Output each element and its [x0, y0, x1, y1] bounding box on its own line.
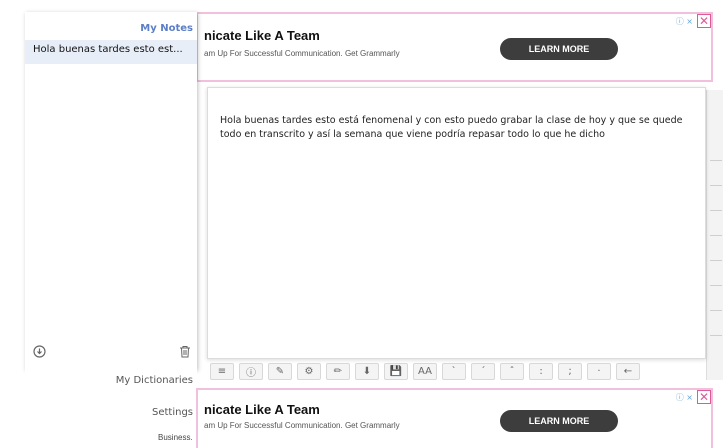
toolbar-font-size-button[interactable]: AA [413, 363, 437, 380]
settings-link[interactable]: Settings [25, 402, 197, 424]
learn-more-button[interactable]: LEARN MORE [500, 38, 618, 60]
ad-close-icon[interactable]: ✕ [697, 390, 711, 404]
learn-more-button[interactable]: LEARN MORE [500, 410, 618, 432]
toolbar-grave-accent-button[interactable]: ˋ [442, 363, 466, 380]
ad-title: nicate Like A Team [204, 402, 320, 417]
side-toolbar-strip [706, 90, 723, 380]
ad-close-icon[interactable]: ✕ [697, 14, 711, 28]
ad-choices-icon[interactable]: ⓘ × [676, 16, 693, 27]
sidebar-title: My Notes [140, 23, 193, 34]
toolbar-save-button[interactable]: 💾 [384, 363, 408, 380]
ad-partial-text: Business. [158, 433, 193, 442]
toolbar-circumflex-button[interactable]: ˆ [500, 363, 524, 380]
toolbar-settings-button[interactable]: ⚙ [297, 363, 321, 380]
ad-banner-bottom[interactable]: nicate Like A Team am Up For Successful … [196, 388, 713, 448]
editor-content[interactable]: Hola buenas tardes esto está fenomenal y… [220, 114, 697, 142]
notes-sidebar: My Notes Hola buenas tardes esto est... [25, 12, 197, 370]
toolbar-colon-button[interactable]: : [529, 363, 553, 380]
note-list-item[interactable]: Hola buenas tardes esto est... [25, 40, 197, 64]
ad-subtitle: am Up For Successful Communication. Get … [204, 49, 400, 58]
ad-title: nicate Like A Team [204, 28, 320, 43]
my-dictionaries-link[interactable]: My Dictionaries [25, 370, 197, 392]
toolbar-pen-button[interactable]: ✎ [268, 363, 292, 380]
editor-toolbar: ≡ ⓘ ✎ ⚙ ✏ ⬇ 💾 AA ˋ ˊ ˆ : ; · ← [210, 363, 723, 382]
toolbar-backspace-button[interactable]: ← [616, 363, 640, 380]
note-editor[interactable]: Hola buenas tardes esto está fenomenal y… [207, 87, 706, 359]
download-icon[interactable] [33, 345, 46, 362]
toolbar-dot-button[interactable]: · [587, 363, 611, 380]
toolbar-info-button[interactable]: ⓘ [239, 363, 263, 380]
toolbar-download-button[interactable]: ⬇ [355, 363, 379, 380]
ad-subtitle: am Up For Successful Communication. Get … [204, 421, 400, 430]
toolbar-menu-button[interactable]: ≡ [210, 363, 234, 380]
toolbar-eraser-button[interactable]: ✏ [326, 363, 350, 380]
ad-banner-top[interactable]: nicate Like A Team am Up For Successful … [196, 12, 713, 82]
toolbar-acute-accent-button[interactable]: ˊ [471, 363, 495, 380]
trash-icon[interactable] [179, 345, 191, 362]
toolbar-semicolon-button[interactable]: ; [558, 363, 582, 380]
ad-choices-icon[interactable]: ⓘ × [676, 392, 693, 403]
